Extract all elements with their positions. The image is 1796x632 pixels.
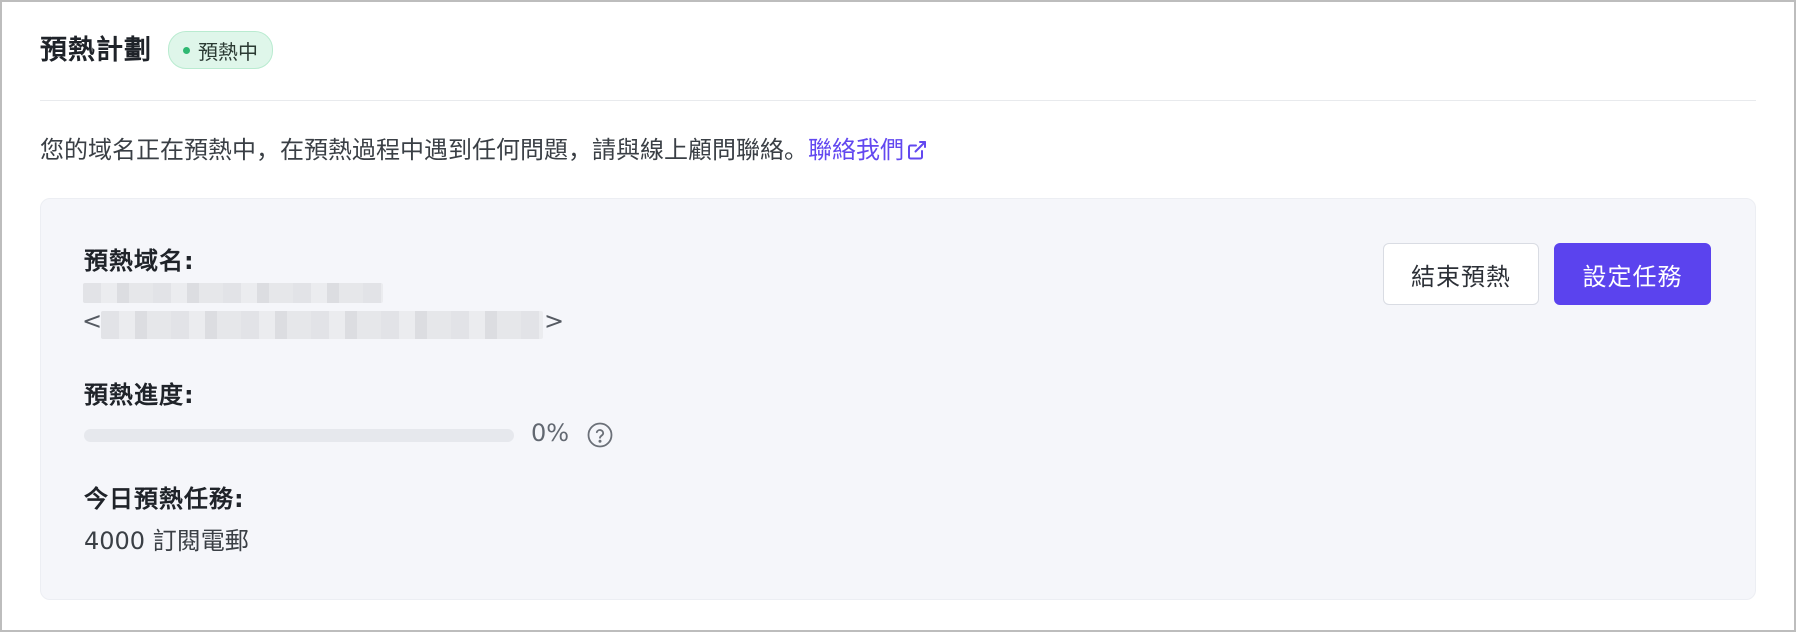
- card-header: 預熱計劃 預熱中: [40, 28, 1756, 101]
- question-circle-icon[interactable]: [587, 422, 613, 452]
- page-title: 預熱計劃: [40, 35, 152, 66]
- contact-us-label: 聯絡我們: [808, 136, 904, 164]
- contact-us-link[interactable]: 聯絡我們: [808, 136, 928, 164]
- status-badge: 預熱中: [168, 31, 273, 69]
- warmup-details-panel: 預熱域名: < > 預熱進度: 0% 今日預熱任務: 4000 訂閱電郵 結束預…: [40, 198, 1756, 600]
- notice-text: 您的域名正在預熱中，在預熱過程中遇到任何問題，請與線上顧問聯絡。: [40, 136, 808, 164]
- setup-task-button[interactable]: 設定任務: [1554, 243, 1711, 305]
- status-dot-icon: [183, 46, 190, 54]
- domain-bracket-close: >: [544, 307, 565, 335]
- warmup-plan-card: 預熱計劃 預熱中 您的域名正在預熱中，在預熱過程中遇到任何問題，請與線上顧問聯絡…: [0, 0, 1796, 632]
- progress-percent: 0%: [531, 419, 570, 447]
- end-warmup-button[interactable]: 結束預熱: [1383, 243, 1539, 305]
- progress-label: 預熱進度:: [84, 381, 195, 409]
- domain-label: 預熱域名:: [84, 247, 195, 275]
- warmup-progress-bar: [84, 429, 514, 442]
- domain-name-redacted: [83, 283, 383, 303]
- domain-bracket-open: <: [82, 307, 103, 335]
- domain-email-redacted: [101, 311, 543, 339]
- warmup-notice: 您的域名正在預熱中，在預熱過程中遇到任何問題，請與線上顧問聯絡。聯絡我們: [40, 130, 928, 173]
- status-badge-label: 預熱中: [198, 39, 258, 64]
- tasks-value: 4000 訂閱電郵: [84, 527, 249, 555]
- external-link-icon: [906, 133, 928, 173]
- tasks-label: 今日預熱任務:: [84, 485, 245, 513]
